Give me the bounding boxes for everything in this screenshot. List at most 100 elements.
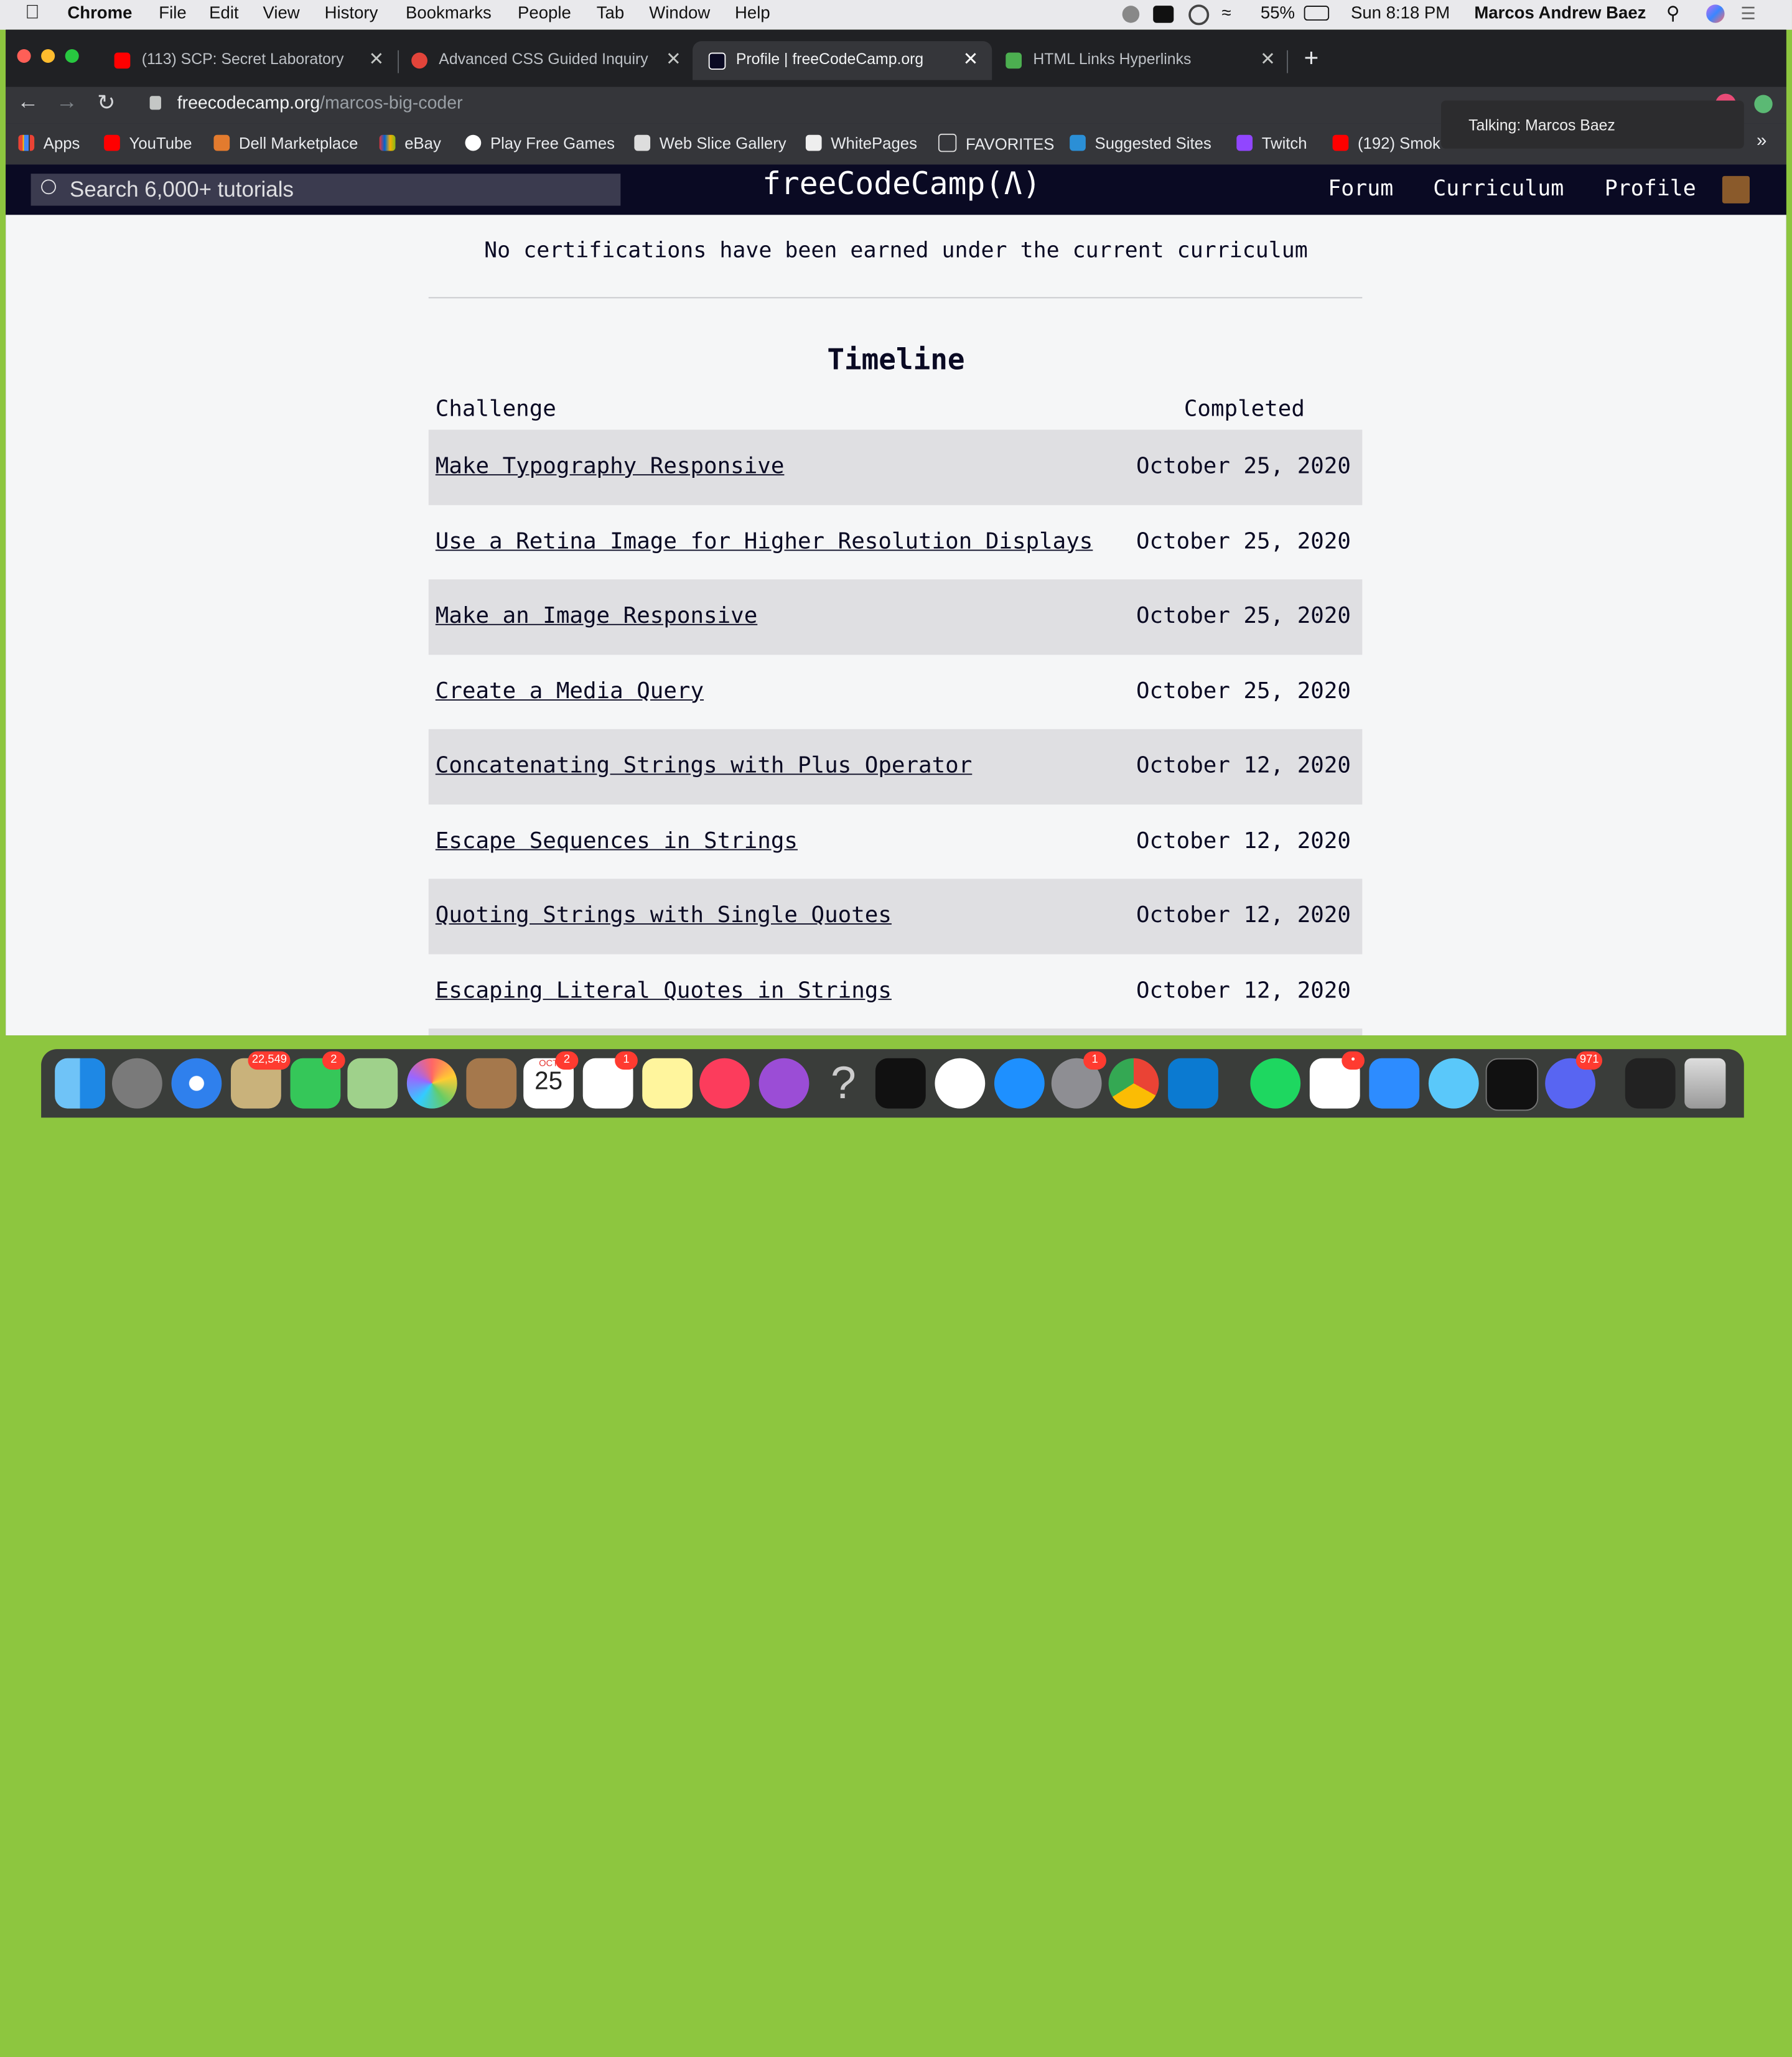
search-bar[interactable] [30,174,621,208]
safari-icon[interactable] [171,1058,222,1109]
terminal-icon[interactable] [1485,1058,1539,1111]
menu-view[interactable]: View [263,4,299,23]
new-tab-button[interactable]: + [1304,44,1319,73]
close-tab-icon[interactable]: ✕ [666,48,681,71]
menu-edit[interactable]: Edit [209,4,238,23]
user-avatar[interactable] [1722,175,1750,203]
reminders-icon[interactable]: 1 [582,1051,638,1109]
notes-icon[interactable] [642,1058,693,1109]
mail-icon[interactable]: 22,549 [231,1051,291,1109]
chrome-icon[interactable] [1108,1058,1159,1109]
bookmark-play-free-games[interactable]: Play Free Games [465,134,615,152]
completed-date: October 12, 2020 [1136,902,1351,928]
challenge-link[interactable]: Quoting Strings with Single Quotes [436,902,892,928]
bookmark-youtube[interactable]: YouTube [104,134,192,152]
apple-menu-icon[interactable]:  [25,1,39,24]
address-bar[interactable]: freecodecamp.org/marcos-big-coder [177,94,463,114]
tab-title: (113) SCP: Secret Laboratory - [141,50,348,68]
bookmark-dell-marketplace[interactable]: Dell Marketplace [213,134,358,152]
spotlight-search-icon[interactable]: ⚲ [1666,2,1680,26]
back-arrow-icon[interactable]: ← [17,90,39,115]
tab-scp-youtube[interactable]: (113) SCP: Secret Laboratory - ✕ [98,41,398,80]
timeline-table: Make Typography Responsive October 25, 20… [428,429,1363,1036]
recent-window-icon[interactable] [1625,1058,1676,1109]
menu-app-name[interactable]: Chrome [67,4,132,23]
close-tab-icon[interactable]: ✕ [369,48,385,71]
news-icon[interactable] [935,1058,986,1109]
tab-freecodecamp-profile[interactable]: Profile | freeCodeCamp.org ✕ [693,41,992,80]
app-store-icon[interactable] [994,1058,1045,1109]
facetime-icon[interactable]: 2 [290,1051,345,1109]
search-input[interactable] [67,174,609,208]
menubar-user[interactable]: Marcos Andrew Baez [1474,4,1646,23]
menu-history[interactable]: History [325,4,378,23]
siri-icon[interactable] [1706,4,1725,23]
slack-icon[interactable]: • [1309,1051,1365,1109]
menu-people[interactable]: People [518,4,571,23]
challenge-link[interactable]: Escape Sequences in Strings [436,827,798,853]
podcasts-icon[interactable] [758,1058,810,1109]
camera-icon[interactable] [1153,6,1174,23]
tab-advanced-css[interactable]: Advanced CSS Guided Inquiry ✕ [395,41,694,80]
fcc-logo[interactable]: freeCodeCamp(Ʌ) [762,167,1041,202]
bookmark-smok[interactable]: (192) Smok [1332,134,1440,152]
status-ring-icon[interactable] [1188,4,1210,26]
vscode-icon[interactable] [1168,1058,1218,1109]
calendar-icon[interactable]: OCT 25 2 [523,1051,579,1109]
bookmark-ebay[interactable]: eBay [379,134,441,152]
challenge-link[interactable]: Escaping Literal Quotes in Strings [436,976,892,1002]
photos-icon[interactable] [406,1058,457,1109]
menu-help[interactable]: Help [735,4,770,23]
challenge-link[interactable]: Make Typography Responsive [436,452,785,478]
bookmark-apps[interactable]: Apps [18,134,80,152]
discord-icon[interactable]: 971 [1545,1051,1603,1109]
reload-icon[interactable]: ↻ [97,90,115,116]
challenge-link[interactable]: Use a Retina Image for Higher Resolution… [436,528,1093,554]
wifi-icon[interactable]: ≈ [1221,4,1231,23]
notification-center-icon[interactable]: ☰ [1740,4,1756,24]
unknown-app-icon[interactable]: ? [818,1058,869,1109]
bookmarks-overflow-icon[interactable]: » [1757,131,1766,152]
battery-icon[interactable] [1304,6,1330,21]
maps-icon[interactable] [347,1058,398,1109]
menu-bookmarks[interactable]: Bookmarks [406,4,492,23]
bookmark-twitch[interactable]: Twitch [1236,134,1307,152]
launchpad-icon[interactable] [111,1058,162,1109]
lock-icon[interactable] [149,96,161,110]
minimize-window-button[interactable] [41,49,55,63]
menu-tab[interactable]: Tab [597,4,624,23]
search-icon [41,179,56,195]
bookmark-web-slice-gallery[interactable]: Web Slice Gallery [634,134,786,152]
status-circle-icon[interactable] [1122,6,1140,23]
system-preferences-icon[interactable]: 1 [1051,1051,1106,1109]
update-icon[interactable] [1754,95,1773,113]
messages-icon[interactable] [1428,1058,1479,1109]
menu-file[interactable]: File [159,4,186,23]
challenge-link[interactable]: Create a Media Query [436,677,704,703]
tab-html-links[interactable]: HTML Links Hyperlinks ✕ [990,41,1289,80]
nav-curriculum-link[interactable]: Curriculum [1433,176,1564,201]
menu-window[interactable]: Window [649,4,710,23]
spotify-icon[interactable] [1250,1058,1301,1109]
zoom-window-button[interactable] [65,49,79,63]
close-tab-icon[interactable]: ✕ [1260,48,1276,71]
challenge-link[interactable]: Concatenating Strings with Plus Operator [436,752,973,778]
bookmark-favorites-folder[interactable]: FAVORITES [938,133,1054,153]
music-icon[interactable] [699,1058,750,1109]
nav-profile-link[interactable]: Profile [1605,176,1696,201]
bookmark-suggested-sites[interactable]: Suggested Sites [1070,134,1211,152]
menubar-clock[interactable]: Sun 8:18 PM [1351,4,1450,23]
settings-icon [411,52,427,69]
close-window-button[interactable] [17,49,31,63]
nav-forum-link[interactable]: Forum [1328,176,1393,201]
battery-percent[interactable]: 55% [1261,4,1295,23]
contacts-icon[interactable] [466,1058,517,1109]
challenge-link[interactable]: Make an Image Responsive [436,602,758,628]
apple-tv-icon[interactable] [875,1058,926,1109]
zoom-icon[interactable] [1369,1058,1420,1109]
close-tab-icon[interactable]: ✕ [963,48,979,71]
trash-icon[interactable] [1684,1058,1726,1109]
finder-icon[interactable] [55,1058,105,1109]
bookmark-whitepages[interactable]: WhitePages [805,134,917,152]
forward-arrow-icon[interactable]: → [56,90,78,115]
